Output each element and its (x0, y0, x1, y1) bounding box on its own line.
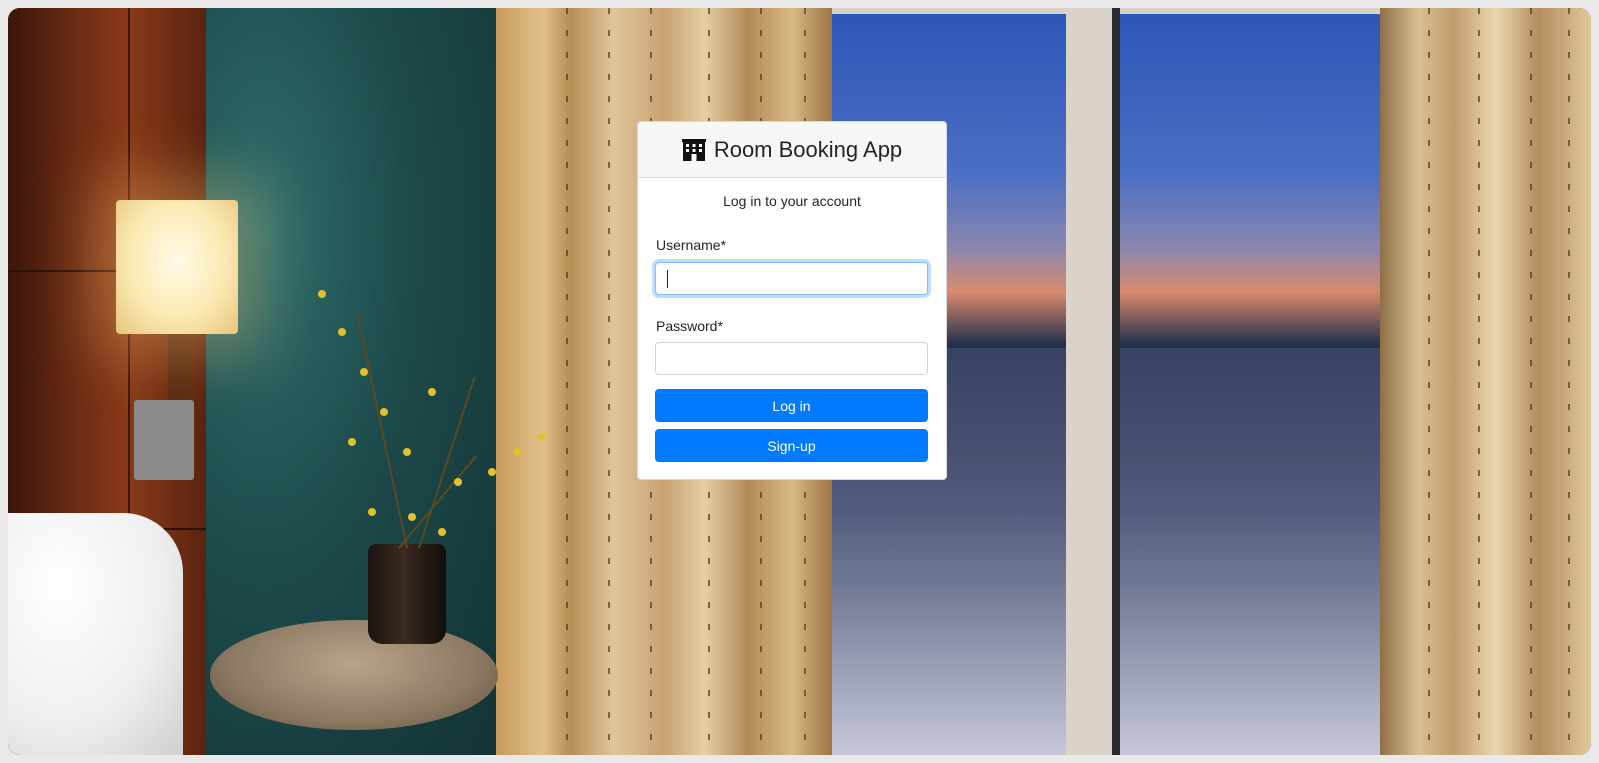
curtain-stitch (1478, 8, 1480, 755)
curtain-right (1380, 8, 1591, 755)
curtain-stitch (608, 8, 610, 755)
curtain-stitch (566, 8, 568, 755)
password-label: Password* (656, 318, 723, 334)
flower (438, 528, 446, 536)
signup-button[interactable]: Sign-up (655, 429, 928, 462)
curtain-stitch (1568, 8, 1570, 755)
flower (318, 290, 326, 298)
flower (338, 328, 346, 336)
flower (428, 388, 436, 396)
flower (454, 478, 462, 486)
username-input[interactable] (655, 262, 928, 295)
flower (403, 448, 411, 456)
lamp-mount (134, 400, 194, 480)
flower (408, 513, 416, 521)
flower (368, 508, 376, 516)
flower (360, 368, 368, 376)
password-input[interactable] (655, 342, 928, 375)
login-card: Room Booking App Log in to your account … (637, 121, 947, 480)
login-button[interactable]: Log in (655, 389, 928, 422)
flower (348, 438, 356, 446)
side-table (210, 620, 498, 730)
text-caret (667, 270, 668, 288)
app-title: Room Booking App (713, 136, 903, 162)
lamp-shade (116, 200, 238, 334)
username-label: Username* (656, 237, 727, 253)
hotel-icon (681, 138, 706, 162)
flower (380, 408, 388, 416)
curtain-stitch (1428, 8, 1430, 755)
window-mullion-shadow (1112, 8, 1120, 755)
window-mullion (1066, 8, 1112, 755)
card-header: Room Booking App (638, 122, 946, 178)
app-window: Room Booking App Log in to your account … (8, 8, 1591, 755)
pillow (8, 513, 183, 755)
vase (368, 544, 446, 644)
curtain-stitch (1530, 8, 1532, 755)
login-subtitle: Log in to your account (723, 193, 861, 209)
flower (513, 448, 521, 456)
flower (538, 433, 546, 441)
flower (488, 468, 496, 476)
